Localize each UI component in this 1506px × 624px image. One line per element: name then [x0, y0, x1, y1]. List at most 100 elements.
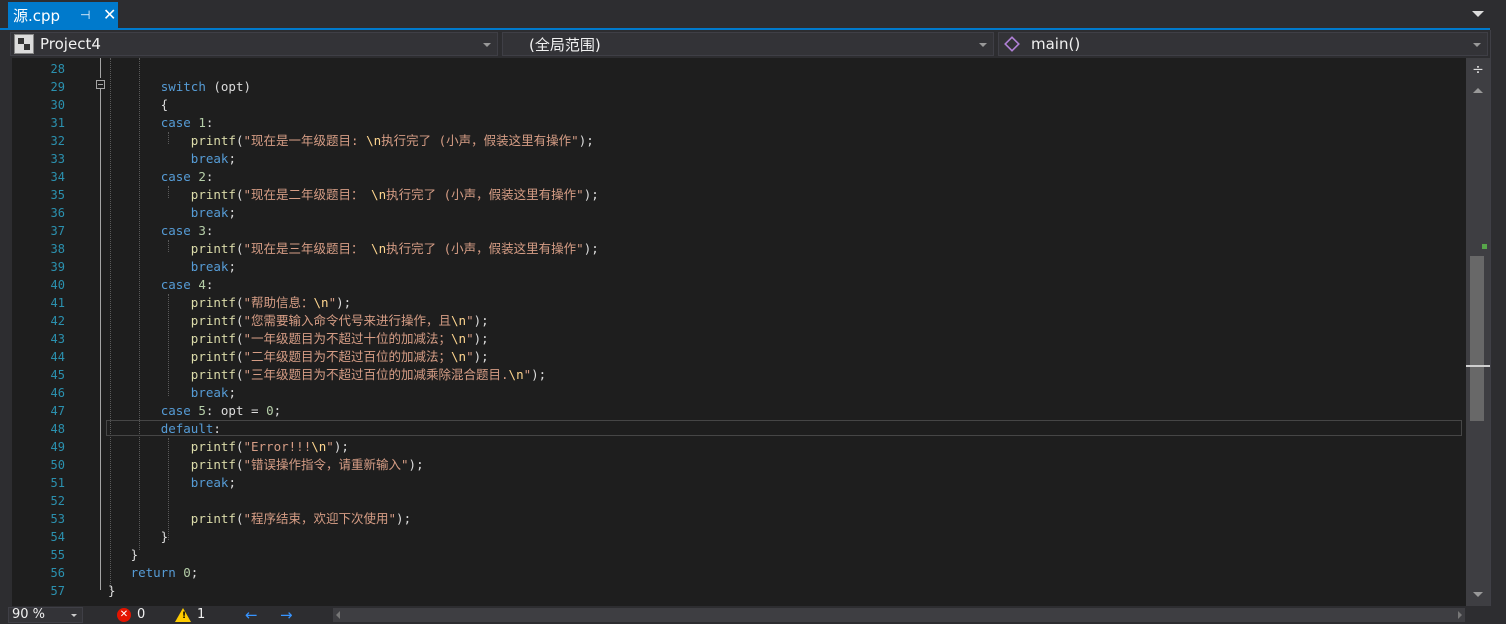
line-number: 54 [50, 530, 65, 544]
scroll-left-arrow-icon[interactable] [336, 611, 340, 619]
code-line[interactable]: case 3: [108, 222, 214, 240]
scope-dropdown[interactable]: (全局范围) [502, 32, 994, 56]
navigate-forward-icon[interactable]: → [280, 606, 293, 624]
code-line[interactable]: } [108, 546, 139, 564]
scope-label: (全局范围) [529, 35, 601, 54]
line-number: 30 [50, 98, 65, 112]
code-line[interactable]: printf("您需要输入命令代号来进行操作，且\n"); [108, 312, 489, 330]
line-number: 52 [50, 494, 65, 508]
line-number: 53 [50, 512, 65, 526]
code-line[interactable]: printf("一年级题目为不超过十位的加减法；\n"); [108, 330, 489, 348]
horizontal-scrollbar[interactable] [333, 608, 1465, 622]
line-number: 44 [50, 350, 65, 364]
scroll-down-arrow-icon[interactable] [1473, 592, 1483, 597]
navigate-back-icon[interactable]: ← [245, 606, 258, 624]
code-line[interactable]: { [108, 96, 169, 114]
line-number: 48 [50, 422, 65, 436]
code-line[interactable]: case 5: opt = 0; [108, 402, 281, 420]
tab-overflow-chevron-icon[interactable] [1472, 11, 1484, 17]
chevron-down-icon [71, 614, 77, 617]
code-line[interactable]: case 2: [108, 168, 214, 186]
zoom-dropdown[interactable]: 90 % [8, 607, 83, 623]
code-line[interactable]: break; [108, 384, 236, 402]
code-line[interactable]: printf("错误操作指令，请重新输入"); [108, 456, 424, 474]
line-number: 36 [50, 206, 65, 220]
current-line-highlight [106, 420, 1462, 436]
collapse-toggle[interactable] [96, 80, 105, 89]
code-line[interactable]: printf("二年级题目为不超过百位的加减法；\n"); [108, 348, 489, 366]
member-label: main() [1031, 35, 1081, 53]
change-marker [1482, 244, 1487, 249]
line-number: 29 [50, 80, 65, 94]
line-number: 41 [50, 296, 65, 310]
line-number: 43 [50, 332, 65, 346]
code-line[interactable]: return 0; [108, 564, 199, 582]
split-window-icon[interactable]: ÷ [1470, 62, 1486, 78]
tab-title: 源.cpp [13, 6, 61, 25]
line-number: 55 [50, 548, 65, 562]
editor-margin [0, 58, 12, 606]
close-icon[interactable]: ✕ [103, 5, 116, 24]
outline-line [100, 89, 101, 590]
editor-status-bar: 90 % ✕ 0 ! 1 ← → [0, 606, 1506, 624]
outline-line [100, 58, 101, 78]
code-editor[interactable]: 28 29 switch (opt) 30 {31 case 1: 32 printf… [0, 58, 1466, 606]
project-name: Project4 [40, 35, 101, 53]
line-number: 33 [50, 152, 65, 166]
tab-source-cpp[interactable]: 源.cpp ⊣ ✕ [8, 2, 118, 28]
side-panel-strip [1490, 30, 1506, 624]
member-dropdown[interactable]: main() [998, 32, 1488, 56]
code-line[interactable]: printf("帮助信息：\n"); [108, 294, 351, 312]
caret-position-marker [1466, 365, 1490, 367]
code-line[interactable]: printf("程序结束，欢迎下次使用"); [108, 510, 411, 528]
line-number: 42 [50, 314, 65, 328]
line-number: 45 [50, 368, 65, 382]
line-number: 38 [50, 242, 65, 256]
code-line[interactable]: printf("现在是三年级题目： \n执行完了 (小声，假装这里有操作"); [108, 240, 599, 258]
code-line[interactable]: } [108, 528, 169, 546]
code-line[interactable]: printf("现在是一年级题目: \n执行完了 (小声，假装这里有操作"); [108, 132, 594, 150]
scroll-thumb[interactable] [1470, 256, 1484, 421]
document-tab-bar: 源.cpp ⊣ ✕ [0, 0, 1506, 30]
pin-icon[interactable]: ⊣ [80, 8, 90, 22]
code-line[interactable]: } [108, 582, 116, 600]
chevron-down-icon [483, 43, 491, 47]
project-icon [14, 34, 34, 54]
line-number: 46 [50, 386, 65, 400]
line-number: 51 [50, 476, 65, 490]
line-number: 35 [50, 188, 65, 202]
code-line[interactable]: default: [108, 420, 221, 438]
line-number: 32 [50, 134, 65, 148]
code-line[interactable]: case 1: [108, 114, 214, 132]
scroll-right-arrow-icon[interactable] [1458, 611, 1462, 619]
method-cube-icon [1004, 36, 1020, 52]
line-number: 50 [50, 458, 65, 472]
code-line[interactable]: case 4: [108, 276, 214, 294]
line-number: 49 [50, 440, 65, 454]
warning-exclamation: ! [182, 611, 187, 621]
chevron-down-icon [1473, 43, 1481, 47]
error-icon[interactable]: ✕ [117, 608, 131, 622]
navigation-bar: Project4 (全局范围) main() [0, 30, 1490, 58]
line-number: 31 [50, 116, 65, 130]
line-number: 34 [50, 170, 65, 184]
code-line[interactable]: printf("三年级题目为不超过百位的加减乘除混合题目.\n"); [108, 366, 546, 384]
code-line[interactable]: break; [108, 474, 236, 492]
scroll-up-arrow-icon[interactable] [1473, 88, 1483, 93]
code-line[interactable]: break; [108, 204, 236, 222]
line-number: 37 [50, 224, 65, 238]
line-number: 47 [50, 404, 65, 418]
line-number: 39 [50, 260, 65, 274]
code-line[interactable]: switch (opt) [108, 78, 251, 96]
line-number: 56 [50, 566, 65, 580]
project-dropdown[interactable]: Project4 [10, 32, 498, 56]
zoom-level: 90 % [12, 607, 46, 622]
error-count[interactable]: 0 [137, 607, 145, 622]
code-line[interactable]: break; [108, 150, 236, 168]
code-line[interactable]: printf("现在是二年级题目： \n执行完了 (小声，假装这里有操作"); [108, 186, 599, 204]
chevron-down-icon [979, 43, 987, 47]
code-line[interactable]: printf("Error!!!\n"); [108, 438, 349, 456]
vertical-scrollbar[interactable]: ÷ [1466, 58, 1490, 606]
code-line[interactable]: break; [108, 258, 236, 276]
warning-count[interactable]: 1 [197, 607, 205, 622]
